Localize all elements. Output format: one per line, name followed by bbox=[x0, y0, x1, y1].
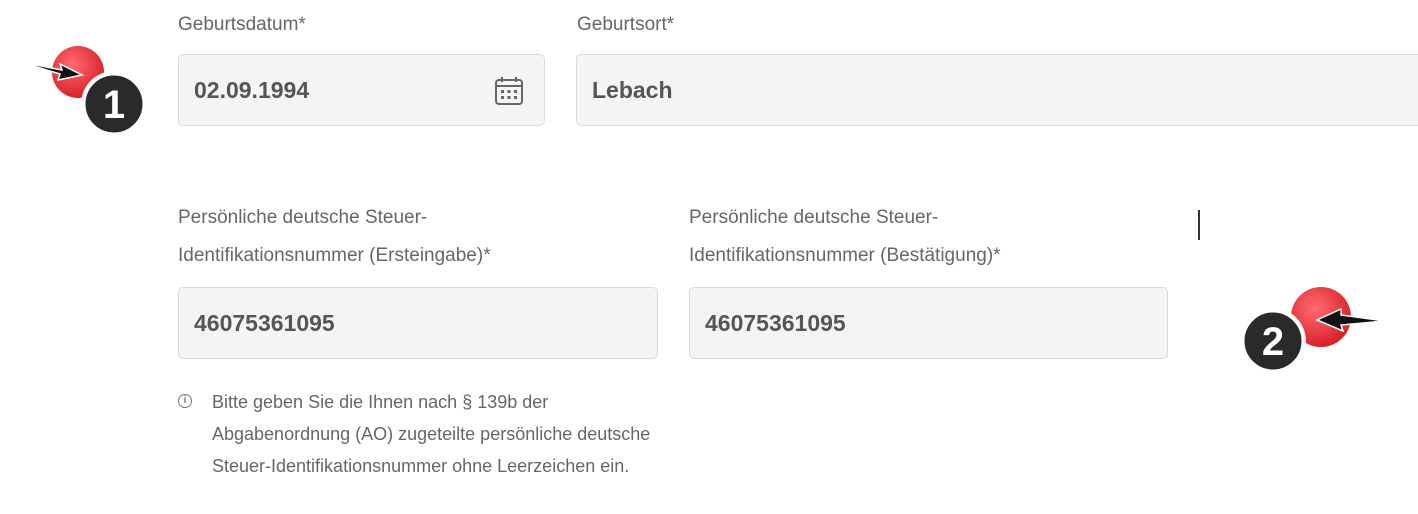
tax-id-confirm-label-line1: Persönliche deutsche Steuer- bbox=[689, 207, 939, 228]
birth-place-input[interactable] bbox=[592, 55, 1385, 125]
number-badge-1-label: 1 bbox=[103, 83, 125, 127]
annotation-marker-2: 2 bbox=[1240, 287, 1386, 374]
calendar-icon[interactable] bbox=[492, 74, 526, 108]
birth-date-input[interactable] bbox=[194, 55, 494, 125]
help-text: Bitte geben Sie die Ihnen nach § 139b de… bbox=[212, 392, 651, 476]
tax-id-first-label-line2: Identifikationsnummer (Ersteingabe)* bbox=[178, 245, 491, 266]
birth-date-label: Geburtsdatum* bbox=[178, 14, 306, 35]
info-icon: i bbox=[178, 394, 192, 408]
number-badge-2-label: 2 bbox=[1262, 320, 1284, 364]
tax-id-first-field[interactable] bbox=[178, 287, 658, 359]
tax-id-first-label-line1: Persönliche deutsche Steuer- bbox=[178, 207, 428, 228]
birth-place-label: Geburtsort* bbox=[577, 14, 675, 35]
tax-id-confirm-field[interactable] bbox=[689, 287, 1168, 359]
birth-place-field[interactable] bbox=[576, 54, 1418, 126]
annotation-marker-1: 1 bbox=[19, 46, 147, 137]
birth-date-field[interactable] bbox=[178, 54, 545, 126]
tax-id-confirm-label-line2: Identifikationsnummer (Bestätigung)* bbox=[689, 245, 1001, 266]
tax-id-first-input[interactable] bbox=[194, 288, 642, 358]
text-cursor bbox=[1198, 210, 1200, 240]
tax-id-confirm-label: Persönliche deutsche Steuer- Identifikat… bbox=[689, 205, 1001, 269]
tax-id-first-label: Persönliche deutsche Steuer- Identifikat… bbox=[178, 205, 491, 269]
tax-id-confirm-input[interactable] bbox=[705, 288, 1152, 358]
